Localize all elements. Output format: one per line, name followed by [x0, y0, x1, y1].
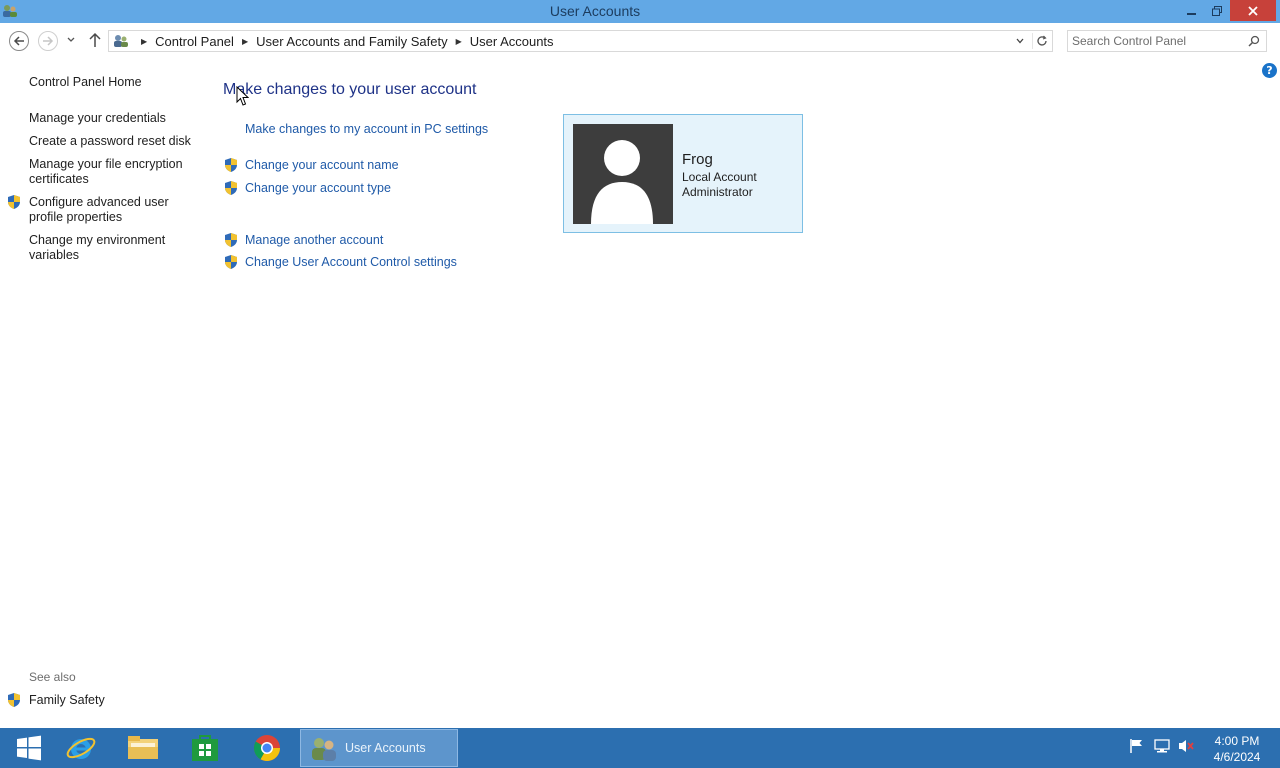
clock-time: 4:00 PM [1214, 734, 1260, 748]
minimize-button[interactable] [1180, 0, 1204, 21]
search-box[interactable] [1067, 30, 1267, 52]
chrome-icon [253, 735, 281, 762]
breadcrumb-user-accounts[interactable]: User Accounts [470, 34, 554, 49]
internet-explorer-button[interactable] [52, 729, 110, 767]
refresh-icon [1036, 35, 1047, 46]
page-title: Make changes to your user account [223, 81, 477, 98]
search-input[interactable] [1072, 33, 1242, 49]
window-title: User Accounts [549, 3, 641, 19]
clock-date: 4/6/2024 [1213, 750, 1261, 764]
family-safety-link[interactable]: Family Safety [29, 693, 194, 708]
breadcrumb-control-panel[interactable]: Control Panel [155, 34, 234, 49]
uac-settings-link[interactable]: Change User Account Control settings [245, 255, 457, 269]
uac-shield-icon [225, 233, 237, 247]
advanced-user-profile-link[interactable]: Configure advanced user profile properti… [29, 195, 194, 225]
control-panel-icon [114, 35, 128, 47]
minimize-icon [1187, 12, 1196, 15]
chevron-down-icon [1016, 38, 1024, 44]
arrow-right-icon [43, 36, 54, 46]
uac-shield-icon [225, 181, 237, 195]
network-icon[interactable] [1153, 738, 1171, 754]
user-accounts-window: User Accounts ▶ Control Panel ▶ User Acc… [0, 0, 1280, 728]
user-accounts-icon [312, 738, 336, 761]
close-icon [1248, 5, 1258, 16]
control-panel-home-link[interactable]: Control Panel Home [29, 75, 194, 90]
manage-another-account-link[interactable]: Manage another account [245, 233, 383, 247]
internet-explorer-icon [66, 737, 96, 759]
chrome-button[interactable] [238, 729, 296, 767]
file-encryption-certificates-link[interactable]: Manage your file encryption certificates [29, 157, 194, 187]
user-silhouette-icon [591, 140, 653, 224]
main-content: Make changes to your user account Make c… [222, 60, 1272, 660]
back-button[interactable] [9, 31, 29, 51]
breadcrumb-user-accounts-family-safety[interactable]: User Accounts and Family Safety [256, 34, 447, 49]
forward-button[interactable] [38, 31, 58, 51]
taskbar-app-label: User Accounts [345, 741, 426, 755]
navigation-bar: ▶ Control Panel ▶ User Accounts and Fami… [0, 23, 1280, 59]
breadcrumb-separator-icon[interactable]: ▶ [456, 37, 462, 46]
uac-shield-icon [225, 158, 237, 172]
restore-button[interactable] [1205, 0, 1229, 21]
restore-icon [1212, 5, 1222, 16]
taskbar-user-accounts-button[interactable]: User Accounts [300, 729, 458, 767]
system-clock[interactable]: 4:00 PM 4/6/2024 [1207, 733, 1267, 765]
close-button[interactable] [1230, 0, 1276, 21]
store-button[interactable] [176, 729, 234, 767]
start-icon [17, 735, 41, 761]
up-arrow-icon[interactable] [88, 32, 102, 48]
store-icon [192, 735, 218, 761]
uac-shield-icon [225, 255, 237, 269]
change-account-name-link[interactable]: Change your account name [245, 158, 399, 172]
mouse-cursor-icon [236, 86, 249, 106]
breadcrumb-separator-icon[interactable]: ▶ [242, 37, 248, 46]
address-bar[interactable]: ▶ Control Panel ▶ User Accounts and Fami… [108, 30, 1053, 52]
action-center-flag-icon[interactable] [1129, 738, 1145, 754]
see-also-label: See also [29, 670, 76, 684]
recent-locations-chevron-icon[interactable] [66, 35, 76, 45]
search-icon[interactable] [1248, 35, 1260, 47]
address-dropdown-button[interactable] [1012, 33, 1028, 49]
breadcrumb-separator-icon[interactable]: ▶ [141, 37, 147, 46]
change-account-type-link[interactable]: Change your account type [245, 181, 391, 195]
file-explorer-button[interactable] [114, 729, 172, 767]
arrow-left-icon [13, 36, 24, 46]
account-name: Frog [682, 151, 713, 168]
refresh-button[interactable] [1032, 33, 1050, 49]
pc-settings-link[interactable]: Make changes to my account in PC setting… [245, 122, 488, 136]
left-task-pane: Control Panel Home Manage your credentia… [0, 60, 200, 728]
uac-shield-icon [8, 195, 20, 209]
taskbar: User Accounts 4:00 PM 4/6/2024 [0, 728, 1280, 768]
manage-credentials-link[interactable]: Manage your credentials [29, 111, 194, 126]
breadcrumb: ▶ Control Panel ▶ User Accounts and Fami… [133, 34, 554, 49]
avatar [573, 124, 673, 224]
environment-variables-link[interactable]: Change my environment variables [29, 233, 194, 263]
start-button[interactable] [0, 729, 58, 767]
account-role: Administrator [682, 185, 753, 199]
title-bar: User Accounts [0, 0, 1280, 23]
volume-muted-icon[interactable] [1177, 738, 1195, 754]
file-explorer-icon [128, 736, 158, 759]
account-type: Local Account [682, 170, 757, 184]
uac-shield-icon [8, 693, 20, 707]
password-reset-disk-link[interactable]: Create a password reset disk [29, 134, 194, 149]
account-tile: Frog Local Account Administrator [563, 114, 803, 233]
